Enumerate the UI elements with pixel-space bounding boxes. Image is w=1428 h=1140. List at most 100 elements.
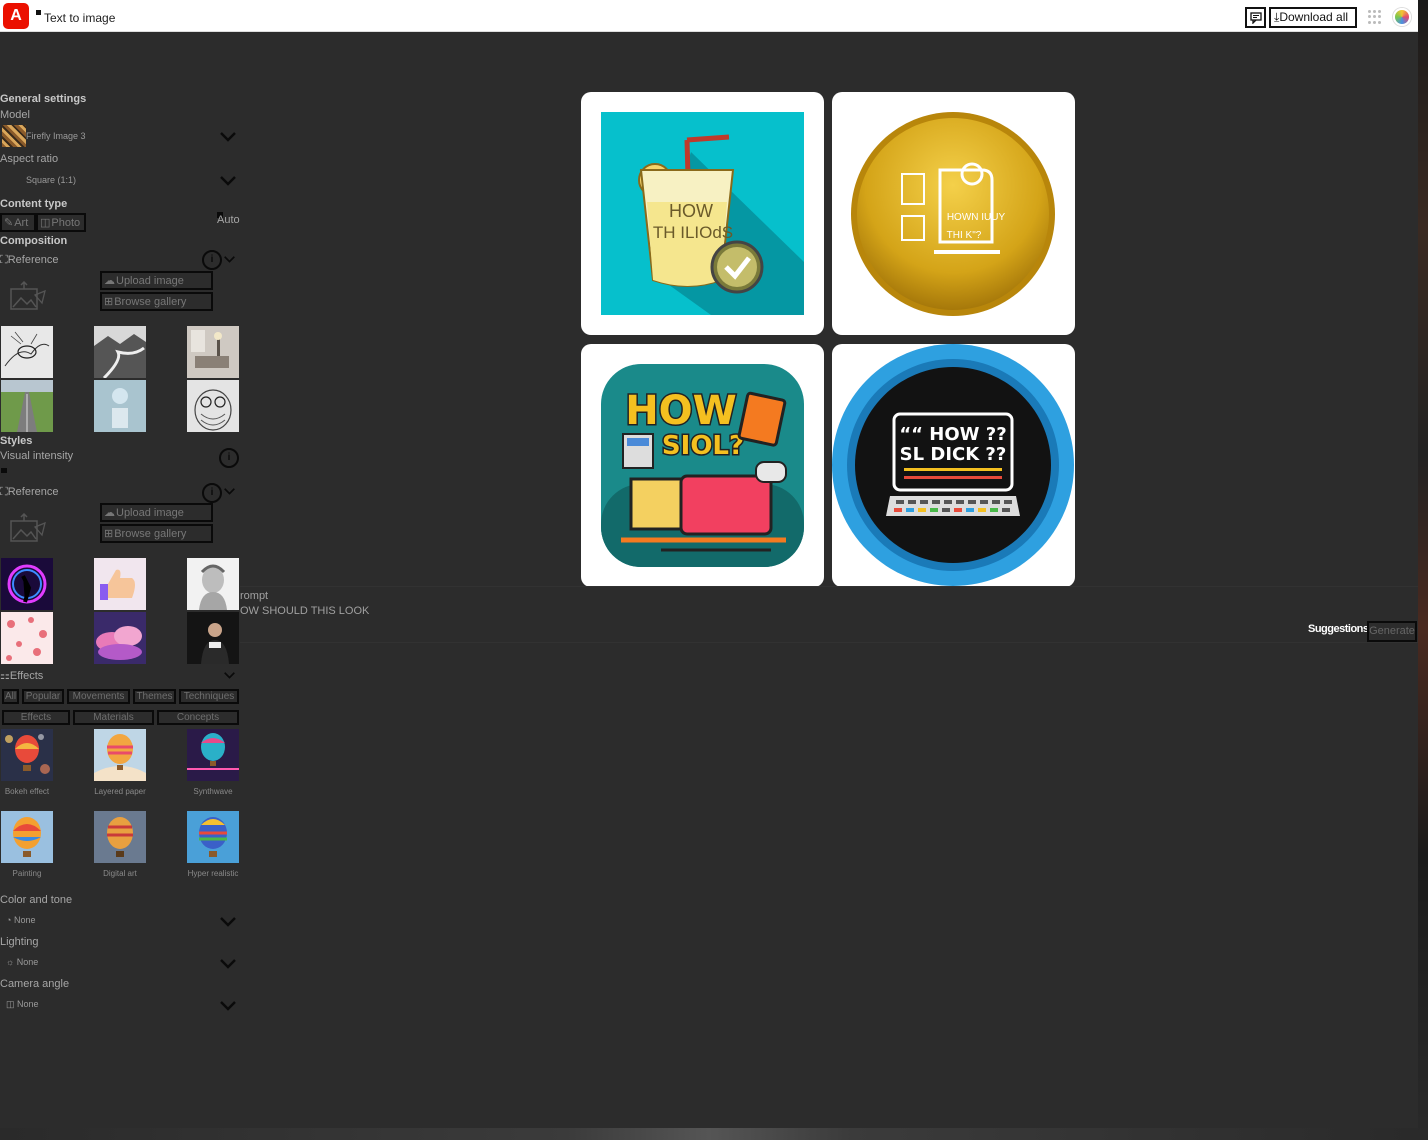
effect-tab-techniques[interactable]: Techniques [179, 689, 239, 704]
effect-thumb-synthwave[interactable] [187, 729, 239, 781]
content-type-photo-button[interactable]: ◫ Photo [36, 213, 86, 232]
app-title: Text to image [44, 11, 116, 25]
card4-text-line1: ““ HOW ?? [899, 424, 1006, 445]
reference-icon: ⛶ [0, 486, 8, 498]
generated-image-2[interactable]: HOWN IUUY THI K"? [832, 92, 1075, 335]
info-icon[interactable]: i [202, 483, 222, 503]
suggestions-button[interactable]: Suggestions [1308, 623, 1369, 635]
effect-tab-concepts[interactable]: Concepts [157, 710, 239, 725]
composition-upload-image-button[interactable]: ☁ Upload image [100, 271, 213, 290]
composition-browse-gallery-button[interactable]: ⊞ Browse gallery [100, 292, 213, 311]
reference-label: Reference [7, 254, 59, 266]
download-all-label: Download all [1279, 10, 1349, 24]
model-value[interactable]: Firefly Image 3 [26, 131, 86, 141]
effect-thumb-bokeh[interactable] [1, 729, 53, 781]
effects-label: Effects [9, 670, 44, 682]
camera-angle-label: Camera angle [0, 978, 70, 990]
chevron-down-icon[interactable] [224, 488, 235, 495]
apps-grid-icon[interactable] [1368, 10, 1382, 24]
style-thumb-clouds[interactable] [94, 612, 146, 664]
effect-thumb-painting[interactable] [1, 811, 53, 863]
composition-thumb-owl-sketch[interactable] [187, 380, 239, 432]
adobe-logo-icon[interactable]: A [3, 3, 29, 29]
camera-icon: ◫ [6, 999, 15, 1009]
background-edge [1418, 0, 1428, 1140]
effect-tab-movements[interactable]: Movements [67, 689, 130, 704]
styles-browse-gallery-button[interactable]: ⊞ Browse gallery [100, 524, 213, 543]
effect-tab-popular[interactable]: Popular [22, 689, 64, 704]
effect-thumb-digital-art[interactable] [94, 811, 146, 863]
aspect-ratio-label: Aspect ratio [0, 153, 59, 165]
composition-thumb-sphere-cube[interactable] [94, 380, 146, 432]
chevron-down-icon[interactable] [224, 672, 235, 679]
content-type-photo-label: Photo [51, 216, 81, 229]
effect-thumb-layered-paper[interactable] [94, 729, 146, 781]
feedback-button[interactable] [1245, 7, 1266, 28]
effect-tab-all[interactable]: All [2, 689, 19, 704]
generated-image-4[interactable]: ““ HOW ?? SL DICK ?? [832, 344, 1075, 587]
upload-image-label: Upload image [116, 274, 184, 287]
card3-text-line2: SIOL? [662, 431, 744, 461]
effect-tab-themes[interactable]: Themes [133, 689, 176, 704]
binoculars-icon: ⊞ [104, 528, 114, 540]
upload-cloud-icon: ☁ [104, 275, 115, 287]
content-type-art-button[interactable]: ✎ Art [0, 213, 36, 232]
browse-gallery-label: Browse gallery [114, 295, 187, 308]
content-type-art-label: Art [14, 216, 29, 229]
style-thumb-statue[interactable] [187, 558, 239, 610]
lighting-label: Lighting [0, 936, 39, 948]
composition-thumb-living-room[interactable] [187, 326, 239, 378]
styles-reference[interactable]: ⛶Reference [0, 486, 58, 499]
chevron-down-icon[interactable] [220, 132, 236, 142]
effect-tab-effects[interactable]: Effects [2, 710, 70, 725]
settings-sidebar: General settings Model Firefly Image 3 A… [0, 32, 242, 1128]
composition-thumb-river-valley[interactable] [94, 326, 146, 378]
style-thumb-neon-ring[interactable] [1, 558, 53, 610]
effect-thumb-hyper-realistic[interactable] [187, 811, 239, 863]
style-thumb-thumbs-up[interactable] [94, 558, 146, 610]
prompt-divider [240, 586, 1418, 587]
prompt-input[interactable]: OW SHOULD THIS LOOK [240, 605, 369, 617]
styles-heading: Styles [0, 435, 33, 447]
composition-heading: Composition [0, 235, 68, 247]
camera-icon: ◫ [40, 217, 51, 229]
aspect-ratio-value[interactable]: Square (1:1) [26, 175, 76, 185]
upload-cloud-icon: ☁ [104, 507, 115, 519]
chevron-down-icon[interactable] [224, 256, 235, 263]
avatar[interactable] [1393, 8, 1411, 26]
effect-caption-hyper-realistic: Hyper realistic [187, 869, 239, 878]
download-all-button[interactable]: ⤓Download all [1269, 7, 1357, 28]
composition-thumb-road-field[interactable] [1, 380, 53, 432]
effects-header[interactable]: ⚏Effects [0, 669, 43, 682]
styles-upload-image-button[interactable]: ☁ Upload image [100, 503, 213, 522]
visual-intensity-slider[interactable] [1, 468, 7, 473]
chevron-down-icon[interactable] [220, 917, 236, 927]
info-icon[interactable]: i [219, 448, 239, 468]
chevron-down-icon[interactable] [220, 176, 236, 186]
card1-text-line1: HOW [669, 201, 713, 221]
effect-caption-synthwave: Synthwave [193, 787, 233, 796]
content-type-heading: Content type [0, 198, 68, 210]
upload-image-label: Upload image [116, 506, 184, 519]
top-bar: A Text to image ⤓Download all [0, 0, 1418, 32]
effect-caption-layered-paper: Layered paper [94, 787, 146, 796]
camera-angle-select[interactable]: ◫ None [6, 999, 39, 1010]
generated-image-1[interactable]: HOW TH ILIOdS [581, 92, 824, 335]
generate-button[interactable]: Generate [1367, 621, 1417, 642]
style-thumb-pattern[interactable] [1, 612, 53, 664]
color-tone-select[interactable]: ◔ None [6, 915, 35, 925]
image-placeholder-icon [10, 513, 46, 542]
style-thumb-man-portrait[interactable] [187, 612, 239, 664]
color-tone-value: None [13, 915, 36, 925]
lighting-select[interactable]: ☼ None [6, 957, 38, 967]
composition-thumb-bird-sketch[interactable] [1, 326, 53, 378]
chevron-down-icon[interactable] [220, 959, 236, 969]
generated-image-3[interactable]: HOW SIOL? [581, 344, 824, 587]
prompt-divider-bottom [240, 642, 1418, 643]
palette-icon: ◔ [6, 915, 12, 925]
styles-reference-label: Reference [7, 486, 59, 498]
effect-tab-materials[interactable]: Materials [73, 710, 154, 725]
info-icon[interactable]: i [202, 250, 222, 270]
chevron-down-icon[interactable] [220, 1001, 236, 1011]
composition-reference[interactable]: ⛶Reference [0, 254, 58, 267]
